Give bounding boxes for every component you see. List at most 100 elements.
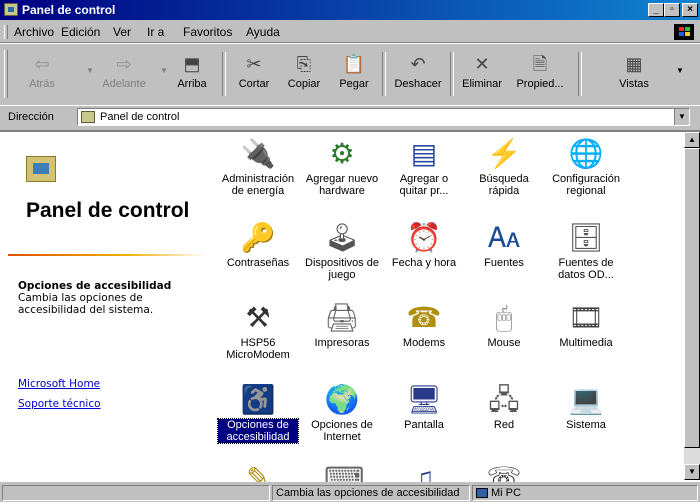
item-impresoras[interactable]: 🖨 Impresoras: [302, 302, 382, 349]
item-agregar-quitar-programas[interactable]: ▤ Agregar o quitar pr...: [384, 138, 464, 197]
window-title: Panel de control: [22, 3, 116, 17]
find-fast-icon: ⚡: [486, 138, 522, 169]
undo-icon: ↶: [410, 54, 426, 74]
content-area: Panel de control Opciones de accesibilid…: [0, 130, 700, 482]
standard-toolbar: ⇦ Atrás ▼ ⇨ Adelante ▼ ⬒ Arriba ✂ Cortar…: [0, 43, 700, 106]
title-bar[interactable]: Panel de control _ ▫ ×: [0, 0, 700, 20]
keyboard-icon: ⌨: [324, 462, 365, 482]
views-button[interactable]: ▦ Vistas: [610, 52, 658, 98]
game-controllers-icon: 🕹: [324, 222, 360, 253]
item-busqueda-rapida[interactable]: ⚡ Búsqueda rápida: [464, 138, 544, 197]
item-opciones-internet[interactable]: 🌍 Opciones de Internet: [302, 384, 382, 443]
item-partial[interactable]: ☏: [464, 462, 544, 482]
item-pantalla[interactable]: 🖥 Pantalla: [384, 384, 464, 431]
odbc-icon: 🗄: [568, 222, 604, 253]
paste-button[interactable]: 📋 Pegar: [332, 52, 376, 98]
toolbar-chevron-icon[interactable]: ▼: [676, 66, 684, 75]
telephony-icon: ☏: [486, 462, 522, 482]
web-view-pane: Panel de control Opciones de accesibilid…: [8, 140, 208, 480]
pane-divider: [8, 254, 206, 256]
windows-logo-icon: [674, 24, 694, 40]
mouse-icon: 🖱: [495, 302, 513, 333]
up-button[interactable]: ⬒ Arriba: [170, 52, 214, 98]
sounds-icon: ♫: [413, 462, 435, 482]
control-panel-icon: [81, 111, 95, 123]
menu-edicion[interactable]: Edición: [61, 25, 100, 39]
scroll-thumb[interactable]: [684, 148, 700, 448]
soporte-tecnico-link[interactable]: Soporte técnico: [18, 398, 101, 410]
status-empty-panel: [2, 485, 270, 501]
properties-button[interactable]: 🗎 Propied...: [510, 52, 570, 98]
back-button[interactable]: ⇦ Atrás: [20, 52, 64, 98]
network-icon: 🖧: [488, 384, 520, 415]
copy-icon: ⎘: [296, 54, 312, 74]
status-bar: Cambia las opciones de accesibilidad Mi …: [0, 484, 700, 502]
address-input[interactable]: Panel de control ▼: [77, 108, 690, 126]
item-contrasenas[interactable]: 🔑 Contraseñas: [218, 222, 298, 269]
address-value: Panel de control: [100, 111, 180, 123]
control-panel-window: Panel de control _ ▫ × Archivo Edición V…: [0, 0, 700, 502]
menu-ayuda[interactable]: Ayuda: [246, 25, 280, 39]
scroll-up-icon[interactable]: ▲: [684, 132, 700, 148]
close-button[interactable]: ×: [682, 3, 698, 17]
item-agregar-hardware[interactable]: ⚙ Agregar nuevo hardware: [302, 138, 382, 197]
item-fuentes-datos-odbc[interactable]: 🗄 Fuentes de datos OD...: [546, 222, 626, 281]
forward-button[interactable]: ⇨ Adelante: [96, 52, 152, 98]
control-panel-large-icon: [26, 156, 56, 182]
menu-ver[interactable]: Ver: [113, 25, 131, 39]
add-remove-programs-icon: ▤: [410, 138, 438, 169]
menu-bar: Archivo Edición Ver Ir a Favoritos Ayuda: [0, 22, 700, 43]
control-panel-items: 🔌 Administración de energía ⚙ Agregar nu…: [217, 132, 680, 482]
undo-button[interactable]: ↶ Deshacer: [390, 52, 446, 98]
power-management-icon: 🔌: [240, 138, 276, 169]
status-zone-label: Mi PC: [491, 487, 521, 499]
date-time-icon: ⏰: [406, 222, 442, 253]
scroll-down-icon[interactable]: ▼: [684, 464, 700, 480]
toolbar-separator: [578, 52, 582, 96]
menu-ir-a[interactable]: Ir a: [147, 25, 164, 39]
copy-button[interactable]: ⎘ Copiar: [280, 52, 328, 98]
display-icon: 🖥: [406, 384, 442, 415]
item-mouse[interactable]: 🖱 Mouse: [464, 302, 544, 349]
item-partial[interactable]: ✎: [218, 462, 298, 482]
pane-title: Panel de control: [26, 199, 190, 222]
forward-arrow-icon: ⇨: [116, 54, 132, 74]
accessibility-icon: ♿: [240, 384, 276, 415]
scissors-icon: ✂: [246, 54, 262, 74]
toolbar-grip: [4, 50, 8, 98]
item-modems[interactable]: ☎ Modems: [384, 302, 464, 349]
item-sistema[interactable]: 💻 Sistema: [546, 384, 626, 431]
address-dropdown-icon[interactable]: ▼: [674, 109, 689, 125]
item-red[interactable]: 🖧 Red: [464, 384, 544, 431]
item-administracion-energia[interactable]: 🔌 Administración de energía: [218, 138, 298, 197]
menu-archivo[interactable]: Archivo: [14, 25, 54, 39]
toolbar-separator: [382, 52, 386, 96]
item-hsp56-micromodem[interactable]: ⚒ HSP56 MicroModem: [218, 302, 298, 361]
item-opciones-accesibilidad[interactable]: ♿ Opciones de accesibilidad: [217, 384, 299, 444]
modem-tools-icon: ⚒: [245, 302, 271, 333]
maximize-button[interactable]: ▫: [664, 3, 680, 17]
item-partial[interactable]: ♫: [384, 462, 464, 482]
item-fuentes[interactable]: 🗛 Fuentes: [464, 222, 544, 269]
item-dispositivos-juego[interactable]: 🕹 Dispositivos de juego: [302, 222, 382, 281]
forward-dropdown-icon[interactable]: ▼: [160, 66, 168, 75]
item-configuracion-regional[interactable]: 🌐 Configuración regional: [546, 138, 626, 197]
status-message: Cambia las opciones de accesibilidad: [272, 485, 470, 501]
passwords-icon: 🔑: [240, 222, 276, 253]
vertical-scrollbar[interactable]: ▲ ▼: [684, 132, 700, 480]
minimize-button[interactable]: _: [648, 3, 664, 17]
status-zone: Mi PC: [472, 485, 698, 501]
selection-info: Opciones de accesibilidad Cambia las opc…: [18, 280, 208, 316]
modems-icon: ☎: [406, 302, 442, 333]
back-dropdown-icon[interactable]: ▼: [86, 66, 94, 75]
fonts-icon: 🗛: [488, 222, 520, 253]
item-multimedia[interactable]: 🎞 Multimedia: [546, 302, 626, 349]
internet-options-icon: 🌍: [324, 384, 360, 415]
menu-favoritos[interactable]: Favoritos: [183, 25, 232, 39]
cut-button[interactable]: ✂ Cortar: [232, 52, 276, 98]
microsoft-home-link[interactable]: Microsoft Home: [18, 378, 100, 390]
delete-button[interactable]: ✕ Eliminar: [458, 52, 506, 98]
item-partial[interactable]: ⌨: [302, 462, 382, 482]
multimedia-icon: 🎞: [568, 302, 604, 333]
item-fecha-hora[interactable]: ⏰ Fecha y hora: [384, 222, 464, 269]
